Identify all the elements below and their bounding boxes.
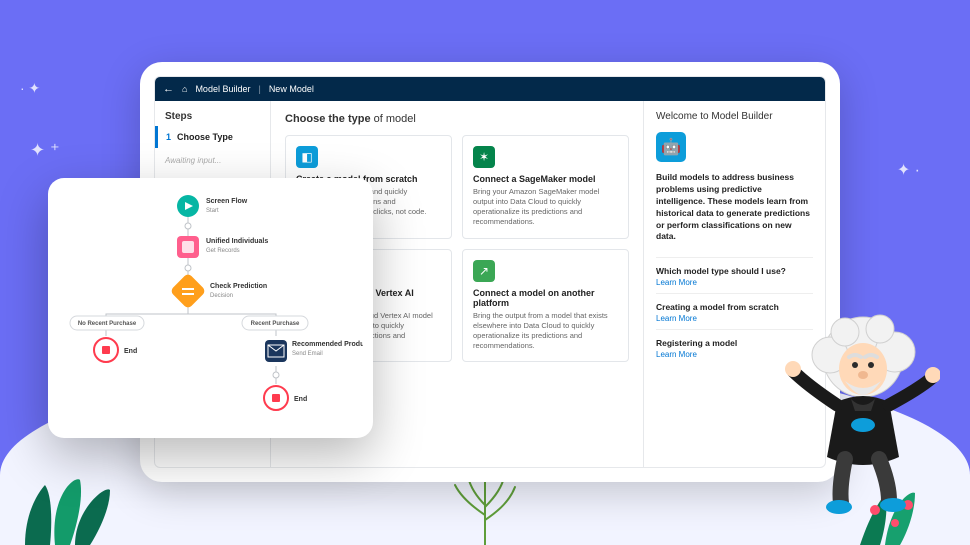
einstein-mascot <box>785 307 940 517</box>
sagemaker-icon: ✶ <box>473 146 495 168</box>
learn-more-link[interactable]: Learn More <box>656 278 813 287</box>
flow-node-sub: Decision <box>210 293 233 299</box>
card-title: Connect a SageMaker model <box>473 174 618 184</box>
step-label: Choose Type <box>177 132 233 142</box>
flow-node-label: Recommended Products Email <box>292 341 363 348</box>
robot-icon: 🤖 <box>656 132 686 162</box>
flow-node-sub: Get Records <box>206 248 240 254</box>
step-number: 1 <box>166 132 171 142</box>
sparkle-icon: ✦ ⁺ <box>30 140 60 161</box>
step-awaiting: Awaiting input... <box>155 148 270 173</box>
flow-node-sub: Start <box>206 208 219 214</box>
external-icon: ↗ <box>473 260 495 282</box>
home-icon[interactable]: ⌂ <box>182 84 187 94</box>
help-item: Which model type should I use? Learn Mor… <box>656 257 813 293</box>
branch-label: No Recent Purchase <box>78 321 137 327</box>
flow-node-label: End <box>124 348 137 355</box>
sparkle-icon: ✦ · <box>897 160 920 180</box>
step-item[interactable]: 1 Choose Type <box>155 126 270 148</box>
branch-label: Recent Purchase <box>251 321 300 327</box>
steps-title: Steps <box>155 107 270 126</box>
breadcrumb: New Model <box>269 84 314 94</box>
welcome-title: Welcome to Model Builder <box>656 111 813 122</box>
flow-node-sub: Send Email <box>292 351 323 357</box>
flow-node-label: Check Prediction <box>210 283 267 290</box>
card-desc: Bring the output from a model that exist… <box>473 311 618 352</box>
flow-diagram-card: Screen Flow Start Unified Individuals Ge… <box>48 178 373 438</box>
help-question: Which model type should I use? <box>656 266 813 276</box>
plant-decor <box>15 455 135 545</box>
flow-node-label: End <box>294 396 307 403</box>
card-sagemaker[interactable]: ✶ Connect a SageMaker model Bring your A… <box>462 135 629 239</box>
back-icon[interactable]: ← <box>163 83 174 95</box>
card-desc: Bring your Amazon SageMaker model output… <box>473 187 618 228</box>
card-title: Connect a model on another platform <box>473 288 618 308</box>
app-title: Model Builder <box>195 84 250 94</box>
page-title: Choose the type of model <box>285 113 629 125</box>
welcome-desc: Build models to address business problem… <box>656 172 813 243</box>
flow-node-label: Unified Individuals <box>206 238 268 245</box>
sparkle-icon: · ✦ <box>20 80 40 97</box>
flow-node-label: Screen Flow <box>206 198 248 205</box>
breadcrumb-divider: | <box>258 84 260 94</box>
card-other-platform[interactable]: ↗ Connect a model on another platform Br… <box>462 249 629 363</box>
apps-icon: ◧ <box>296 146 318 168</box>
top-bar: ← ⌂ Model Builder | New Model <box>155 77 825 101</box>
